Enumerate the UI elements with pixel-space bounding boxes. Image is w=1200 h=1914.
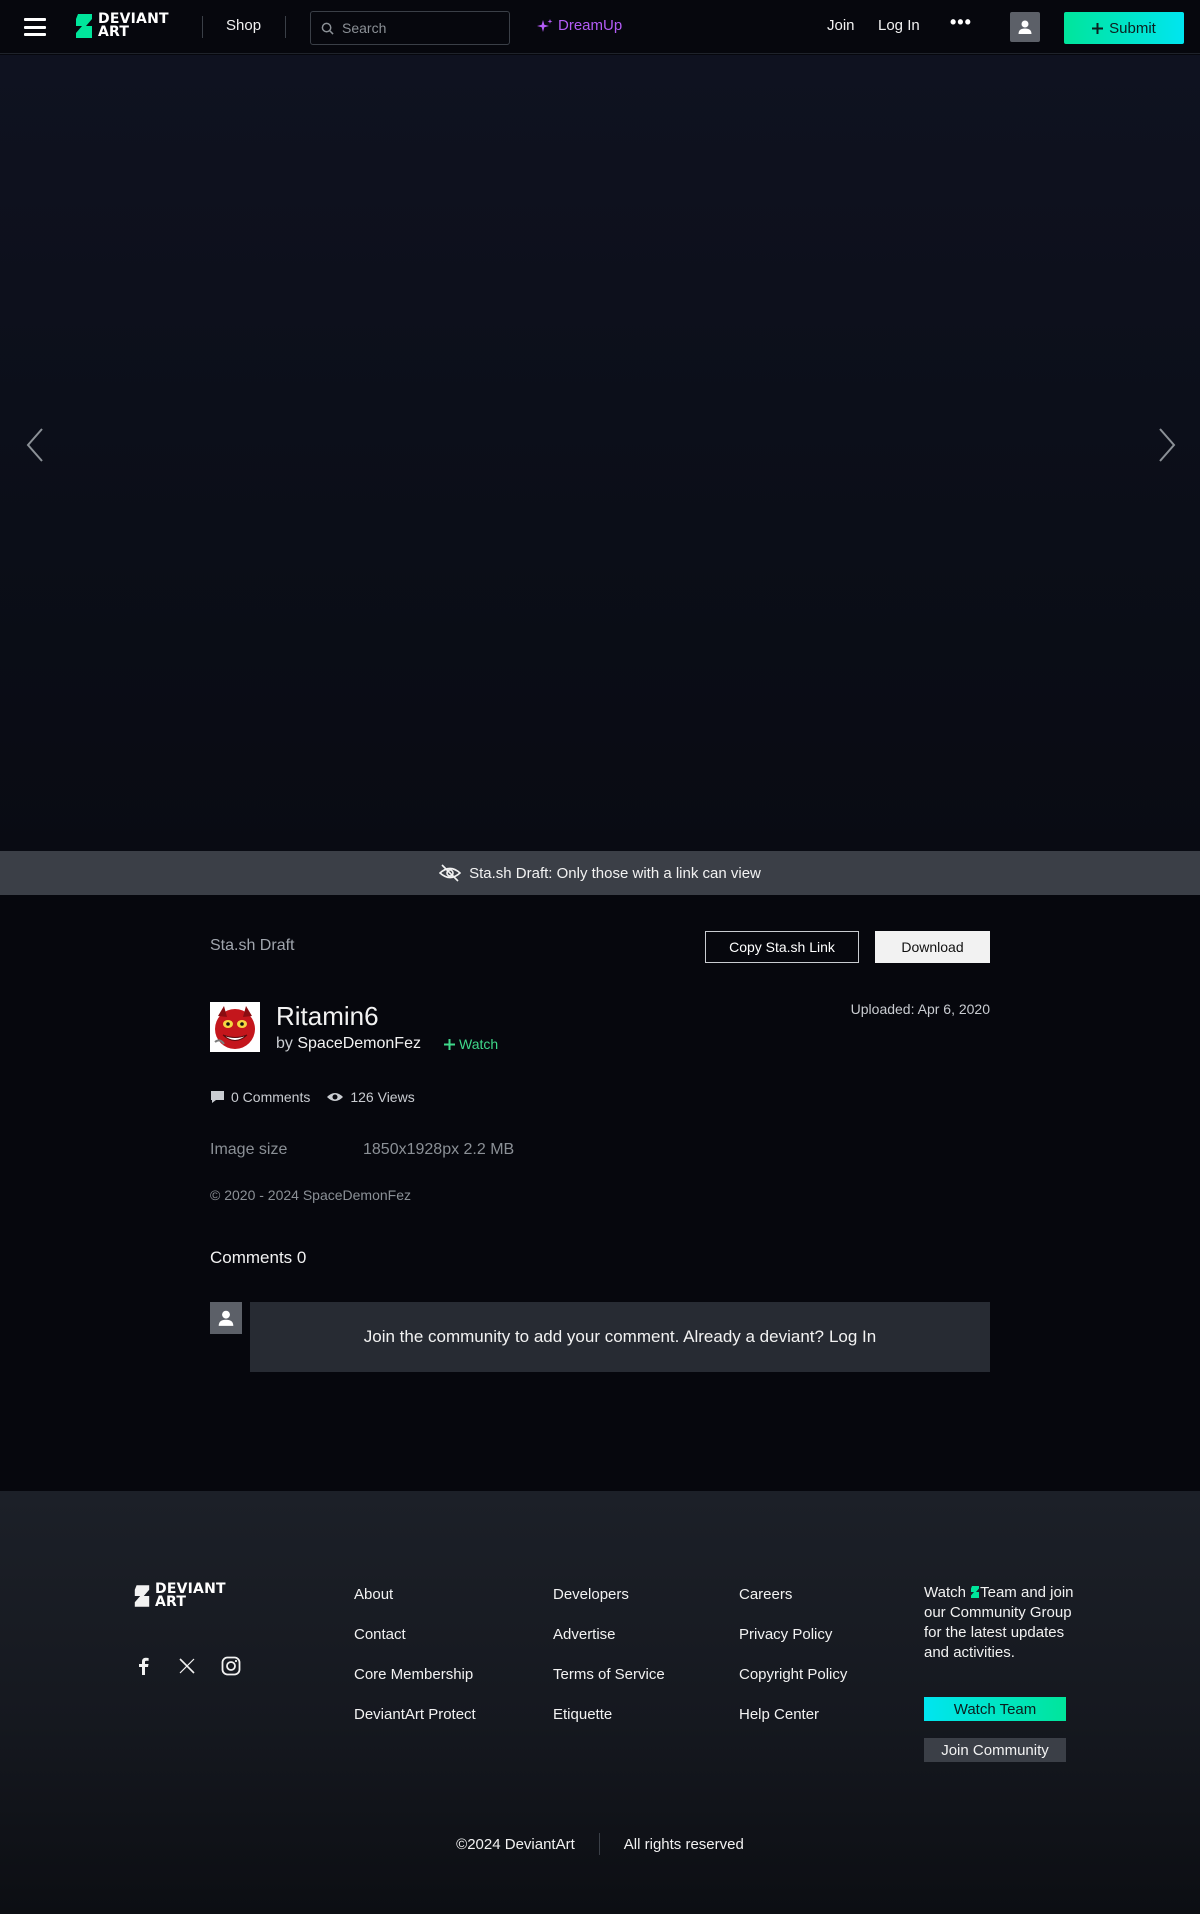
footer-column-2: Developers Advertise Terms of Service Et… (553, 1583, 665, 1723)
footer-column-3: Careers Privacy Policy Copyright Policy … (739, 1583, 847, 1723)
stash-draft-banner: Sta.sh Draft: Only those with a link can… (0, 851, 1200, 895)
deviation-title: Ritamin6 (276, 1001, 379, 1031)
footer-link-careers[interactable]: Careers (739, 1583, 847, 1607)
image-size-label: Image size (210, 1141, 288, 1158)
footer-link-about[interactable]: About (354, 1583, 476, 1607)
instagram-icon[interactable] (219, 1654, 243, 1678)
team-promo-text: Watch Team and join our Community Group … (924, 1583, 1074, 1663)
search-icon (321, 22, 334, 35)
plus-icon (444, 1038, 455, 1050)
author-link[interactable]: SpaceDemonFez (297, 1035, 421, 1052)
previous-arrow-icon[interactable] (20, 425, 50, 465)
comment-user-avatar (210, 1302, 242, 1334)
team-text-pre: Watch (924, 1584, 966, 1601)
watch-team-button[interactable]: Watch Team (924, 1697, 1066, 1721)
footer-column-1: About Contact Core Membership DeviantArt… (354, 1583, 476, 1723)
user-avatar-button[interactable] (1010, 12, 1040, 42)
footer-link-deviantart-protect[interactable]: DeviantArt Protect (354, 1703, 476, 1727)
eye-hidden-icon (439, 864, 462, 882)
deviantart-mark-icon (76, 14, 92, 38)
login-link[interactable]: Log In (878, 17, 920, 34)
user-icon (218, 1310, 234, 1326)
watch-button[interactable]: Watch (444, 1036, 498, 1052)
search-input[interactable] (342, 20, 492, 36)
stats-row: 0 Comments 126 Views (210, 1089, 415, 1105)
x-twitter-icon[interactable] (175, 1654, 199, 1678)
top-navigation: DEVIANT ART Shop DreamUp Join Log In ••• (0, 0, 1200, 54)
logo-line-2: ART (98, 24, 130, 40)
footer-logo-line-2: ART (155, 1594, 187, 1610)
copyright-notice: © 2020 - 2024 SpaceDemonFez (210, 1187, 411, 1203)
footer-link-terms[interactable]: Terms of Service (553, 1663, 665, 1687)
views-count: 126 Views (350, 1089, 415, 1105)
dreamup-label: DreamUp (558, 17, 623, 34)
site-footer: DEVIANT ART About Contact Core Membershi… (0, 1491, 1200, 1914)
deviantart-logo[interactable]: DEVIANT ART (74, 12, 169, 40)
byline: by SpaceDemonFez (276, 1035, 421, 1053)
social-links (131, 1654, 243, 1678)
footer-link-core-membership[interactable]: Core Membership (354, 1663, 476, 1687)
footer-link-help-center[interactable]: Help Center (739, 1703, 847, 1727)
footer-divider (598, 1833, 600, 1855)
byline-prefix: by (276, 1035, 293, 1052)
footer-copyright: ©2024 DeviantArt (456, 1835, 575, 1853)
watch-label: Watch (459, 1036, 499, 1052)
comment-login-link[interactable]: Log In (829, 1327, 876, 1347)
footer-link-copyright-policy[interactable]: Copyright Policy (739, 1663, 847, 1687)
nav-divider (202, 16, 203, 38)
stash-draft-label: Sta.sh Draft (210, 937, 295, 954)
footer-link-privacy[interactable]: Privacy Policy (739, 1623, 847, 1647)
plus-icon (1092, 22, 1104, 34)
more-options-icon[interactable]: ••• (950, 12, 972, 33)
footer-bottom-bar: ©2024 DeviantArt All rights reserved (0, 1833, 1200, 1855)
download-button[interactable]: Download (875, 931, 990, 963)
search-box[interactable] (310, 11, 510, 45)
copy-stash-link-button[interactable]: Copy Sta.sh Link (705, 931, 859, 963)
next-arrow-icon[interactable] (1152, 425, 1182, 465)
submit-label: Submit (1109, 19, 1156, 37)
join-community-button[interactable]: Join Community (924, 1738, 1066, 1762)
nav-divider (285, 16, 286, 38)
facebook-icon[interactable] (131, 1654, 155, 1678)
footer-link-contact[interactable]: Contact (354, 1623, 476, 1647)
comment-prompt-text: Join the community to add your comment. … (363, 1327, 824, 1346)
comments-heading: Comments 0 (210, 1248, 307, 1267)
footer-rights: All rights reserved (623, 1835, 744, 1853)
menu-icon[interactable] (24, 18, 46, 36)
eye-icon (327, 1093, 344, 1101)
footer-link-developers[interactable]: Developers (553, 1583, 665, 1607)
footer-link-advertise[interactable]: Advertise (553, 1623, 665, 1647)
footer-link-etiquette[interactable]: Etiquette (553, 1703, 665, 1727)
deviantart-mark-icon (971, 1586, 980, 1598)
comment-login-prompt[interactable]: Join the community to add your comment. … (250, 1302, 990, 1372)
banner-text: Sta.sh Draft: Only those with a link can… (469, 864, 761, 882)
author-avatar[interactable] (210, 1002, 260, 1052)
dreamup-link[interactable]: DreamUp (537, 17, 622, 34)
shop-link[interactable]: Shop (226, 17, 261, 34)
comments-stat[interactable]: 0 Comments (210, 1089, 310, 1105)
image-size-row: Image size 1850x1928px 2.2 MB (210, 1141, 514, 1159)
sparkle-icon (537, 18, 553, 32)
views-stat: 126 Views (326, 1089, 415, 1105)
image-size-value: 1850x1928px 2.2 MB (363, 1141, 515, 1158)
comment-icon (211, 1091, 224, 1103)
user-icon (1018, 20, 1032, 34)
footer-logo[interactable]: DEVIANT ART (133, 1582, 226, 1610)
upload-date: Uploaded: Apr 6, 2020 (850, 1001, 990, 1017)
deviantart-mark-icon (134, 1585, 150, 1607)
image-stage (0, 55, 1200, 851)
join-link[interactable]: Join (827, 17, 855, 34)
submit-button[interactable]: Submit (1064, 12, 1184, 44)
comments-count: 0 Comments (231, 1089, 311, 1105)
